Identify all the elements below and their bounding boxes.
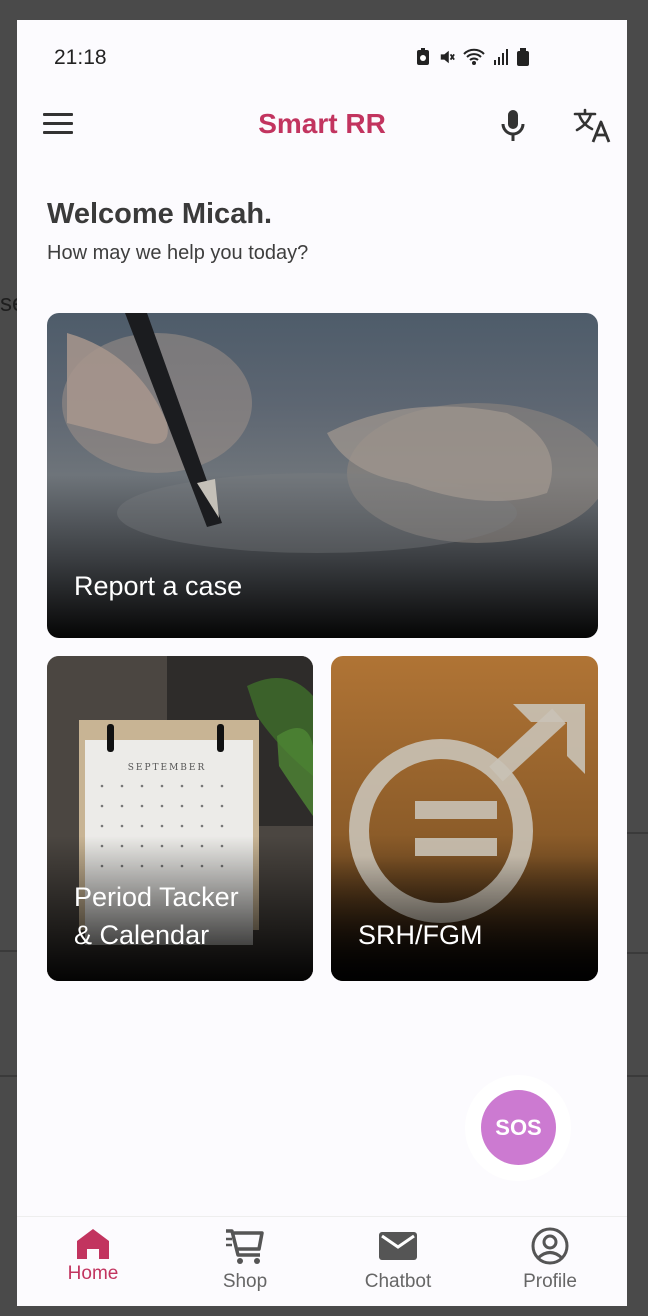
voice-input-button[interactable] (497, 108, 529, 144)
mic-icon (501, 110, 525, 141)
status-icons (415, 48, 529, 66)
profile-icon (531, 1227, 569, 1265)
welcome-subtitle: How may we help you today? (47, 242, 309, 264)
app-bar: Smart RR (17, 96, 627, 158)
welcome-heading: Welcome Micah. (47, 198, 273, 230)
background-divider (0, 950, 17, 952)
period-tracker-label: Period Tacker & Calendar (74, 878, 239, 954)
home-icon (77, 1229, 109, 1259)
background-divider (0, 1075, 17, 1077)
srh-fgm-card[interactable]: SRH/FGM (331, 656, 598, 981)
battery-icon (517, 48, 529, 66)
wifi-icon (463, 48, 485, 65)
report-case-label: Report a case (74, 571, 243, 601)
report-case-card[interactable]: Report a case (47, 313, 598, 638)
battery-saver-icon (417, 48, 429, 65)
nav-chatbot[interactable]: Chatbot (343, 1227, 453, 1303)
background-divider (627, 1075, 648, 1077)
nav-chatbot-label: Chatbot (364, 1271, 432, 1292)
nav-profile[interactable]: Profile (495, 1227, 605, 1303)
background-divider (627, 832, 648, 834)
period-tracker-label-line2: & Calendar (74, 920, 210, 950)
status-time: 21:18 (54, 46, 107, 69)
mail-icon (379, 1232, 417, 1260)
sos-button[interactable]: SOS (481, 1090, 556, 1165)
shop-cart-icon (226, 1229, 264, 1264)
period-tracker-label-line1: Period Tacker (74, 882, 239, 912)
nav-home-label: Home (67, 1263, 119, 1284)
translate-icon (573, 108, 611, 143)
nav-shop[interactable]: Shop (190, 1227, 300, 1303)
nav-profile-label: Profile (523, 1271, 577, 1292)
nav-shop-label: Shop (222, 1271, 268, 1292)
bottom-navigation: Home Shop Chatbot Profile (17, 1216, 627, 1306)
srh-fgm-label: SRH/FGM (358, 920, 483, 950)
translate-button[interactable] (572, 107, 612, 145)
period-tracker-card[interactable]: SEPTEMBER Period Tacker & Calendar (47, 656, 313, 981)
status-bar: 21:18 (17, 20, 627, 96)
background-app-text: se (0, 290, 17, 317)
signal-icon (494, 49, 508, 65)
app-screen: 21:18 Smart RR Welcome Micah. How may we… (17, 20, 627, 1306)
nav-home[interactable]: Home (38, 1227, 148, 1303)
background-divider (627, 952, 648, 954)
app-title: Smart RR (258, 108, 386, 139)
calendar-month-text: SEPTEMBER (128, 763, 207, 773)
mute-icon (440, 50, 455, 64)
